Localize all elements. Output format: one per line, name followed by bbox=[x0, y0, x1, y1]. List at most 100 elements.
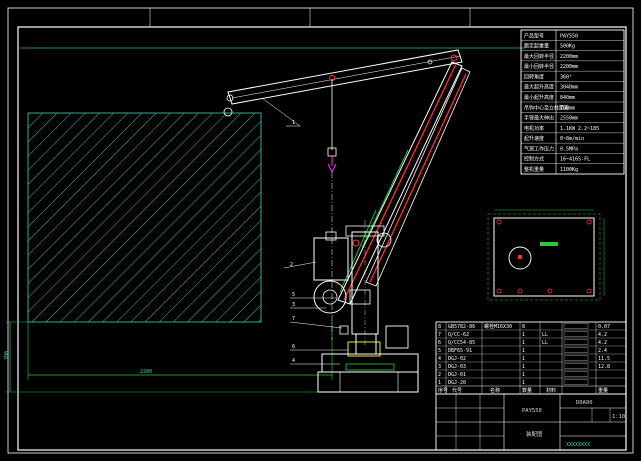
svg-text:1: 1 bbox=[292, 120, 295, 126]
spec-label: 起升速度 bbox=[524, 135, 544, 142]
bom-cell bbox=[563, 379, 589, 385]
spec-value: 700mm bbox=[560, 105, 575, 111]
bom-no: 6 bbox=[438, 340, 441, 346]
title-drawing-no: D0A00 bbox=[576, 400, 593, 406]
bom-code: DGJ-20 bbox=[448, 380, 466, 386]
spec-label: 气源工作压力 bbox=[524, 145, 554, 152]
bom-code: DGJ-03 bbox=[448, 364, 466, 370]
title-label: 装配图 bbox=[526, 430, 543, 438]
hook-icon bbox=[327, 156, 337, 174]
base-plate bbox=[317, 371, 419, 393]
lift-arm-red-rod-1 bbox=[343, 63, 457, 301]
bom-header-cell: 名称 bbox=[490, 387, 500, 394]
bom-code: Q/CC-62 bbox=[448, 332, 469, 338]
column-pin bbox=[352, 239, 360, 247]
bom-cell bbox=[563, 371, 589, 377]
bom-header-cell: 材料 bbox=[546, 387, 556, 394]
bom-cell bbox=[563, 323, 589, 329]
bom-table: 8 GB5782-86 螺栓M16X30 8 0.07 7 Q/CC-62 1 LL 4.2 6 Q/… bbox=[435, 321, 627, 395]
bom-no: 1 bbox=[438, 380, 441, 386]
bom-header-cell: 代号 bbox=[452, 387, 462, 394]
bom-cell bbox=[563, 331, 589, 337]
bom-weight: 11.5 bbox=[598, 356, 610, 362]
svg-text:7: 7 bbox=[292, 316, 295, 322]
bom-mat: LL bbox=[542, 340, 548, 346]
bom-qty: 1 bbox=[522, 348, 525, 354]
spec-label: 最大起升高度 bbox=[524, 84, 554, 91]
spec-label: 回转角度 bbox=[524, 73, 544, 80]
callout-5: 5 bbox=[290, 292, 336, 299]
motor-cap bbox=[325, 231, 337, 241]
bom-qty: 8 bbox=[522, 324, 525, 330]
center-marker bbox=[518, 255, 522, 259]
callout-7: 7 bbox=[289, 316, 343, 329]
base-plate-top-view bbox=[487, 209, 605, 301]
lower-column bbox=[355, 333, 377, 355]
spec-value: 840mm bbox=[560, 95, 575, 101]
spec-label: 整机重量 bbox=[524, 166, 544, 173]
bom-cell bbox=[563, 363, 589, 369]
bom-mat: LL bbox=[542, 332, 548, 338]
title-block: PAY550 装配图 D0A00 1:10 XXXXXXXX bbox=[435, 393, 627, 451]
spec-value: 3040mm bbox=[560, 85, 578, 91]
bolt-hole-2 bbox=[586, 219, 592, 225]
bom-cell bbox=[563, 339, 589, 345]
bom-weight: 2.4 bbox=[598, 348, 607, 354]
spec-value: 2550mm bbox=[560, 116, 578, 122]
bom-qty: 1 bbox=[522, 372, 525, 378]
bom-qty: 1 bbox=[522, 364, 525, 370]
spec-label: 最大回转半径 bbox=[524, 53, 554, 60]
spec-table: 产品型号 PAY550 额定起重量 500Kg 最大回转半径 2200mm 最小回转半径 22… bbox=[520, 29, 625, 175]
callout-1: 1 bbox=[261, 97, 301, 127]
svg-text:5: 5 bbox=[292, 292, 295, 298]
spec-value: 1.1KW 2.2~185 bbox=[560, 126, 599, 132]
bom-weight: 4.2 bbox=[598, 340, 607, 346]
base-frame bbox=[321, 353, 419, 373]
bom-no: 8 bbox=[438, 324, 441, 330]
bolt-hole-1 bbox=[496, 219, 502, 225]
bom-qty: 1 bbox=[522, 380, 525, 386]
spec-label: 额定起重量 bbox=[524, 43, 549, 50]
bom-code: DGJ-01 bbox=[448, 372, 466, 378]
boom-arm-inner bbox=[231, 55, 461, 99]
callout-3: 3 bbox=[290, 302, 326, 309]
lift-arm-red-rod-2 bbox=[369, 73, 467, 283]
bom-header-cell: 序号 bbox=[438, 387, 448, 394]
title-scale: 1:10 bbox=[612, 414, 625, 420]
bom-name: 螺栓M16X30 bbox=[484, 323, 512, 330]
bom-cell bbox=[563, 355, 589, 361]
bom-weight: 12.8 bbox=[598, 364, 610, 370]
control-box bbox=[385, 325, 409, 349]
bom-qty: 1 bbox=[522, 332, 525, 338]
bom-weight: 4.2 bbox=[598, 332, 607, 338]
svg-text:4: 4 bbox=[292, 358, 295, 364]
spec-value: 2200mm bbox=[560, 54, 578, 60]
cad-drawing-canvas: 2200 700 1 2 3 4 5 6 7 产品型号 PAY550额定起重量 … bbox=[4, 7, 634, 454]
bolt-hole-6 bbox=[547, 288, 553, 294]
bolt-hole-3 bbox=[496, 288, 502, 294]
drum-pulley-inner bbox=[322, 289, 338, 305]
spec-label: 产品型号 bbox=[524, 32, 544, 39]
spec-value: 500Kg bbox=[560, 44, 575, 50]
callout-6: 6 bbox=[290, 344, 348, 351]
bom-no: 4 bbox=[438, 356, 441, 362]
spec-label: 最小回转半径 bbox=[524, 63, 554, 70]
dim-vertical-text: 700 bbox=[4, 351, 10, 360]
title-company: XXXXXXXX bbox=[566, 442, 590, 448]
bom-cell bbox=[563, 347, 589, 353]
spec-value: 2200mm bbox=[560, 64, 578, 70]
bom-no: 2 bbox=[438, 372, 441, 378]
bom-qty: 1 bbox=[522, 340, 525, 346]
hatched-load-area bbox=[27, 112, 262, 323]
bom-no: 3 bbox=[438, 364, 441, 370]
bom-qty: 1 bbox=[522, 356, 525, 362]
slot-marker bbox=[540, 242, 558, 246]
motor-housing bbox=[313, 237, 349, 281]
boom-pivot-pin bbox=[450, 54, 458, 62]
dim-horizontal-text: 2200 bbox=[140, 369, 152, 375]
spec-value: 0~8m/min bbox=[560, 136, 584, 142]
spec-label: 最小起升高度 bbox=[524, 94, 554, 101]
svg-text:6: 6 bbox=[292, 344, 295, 350]
bolt-hole-4 bbox=[586, 288, 592, 294]
bom-code: Q/CC54-85 bbox=[448, 340, 475, 346]
